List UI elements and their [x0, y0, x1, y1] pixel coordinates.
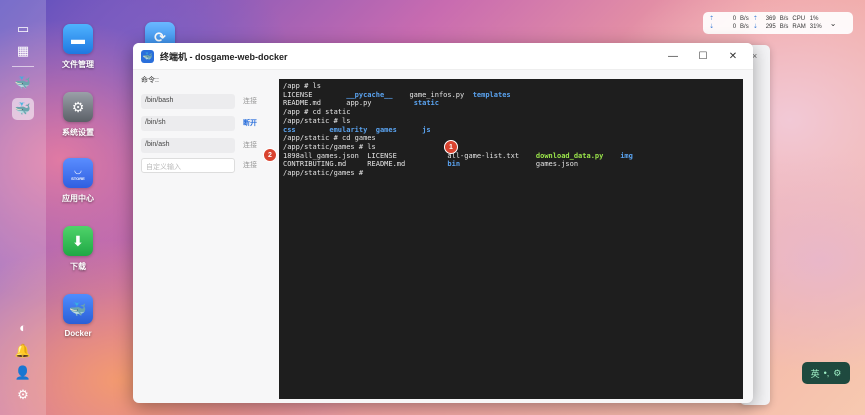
terminal-line: /app # cd static	[283, 108, 351, 117]
terminal-dir: bin	[447, 160, 461, 169]
terminal-line: /app/static # cd games	[283, 134, 376, 143]
terminal-file: game_infos.py	[409, 90, 465, 99]
terminal-file: all-game-list.txt	[447, 151, 520, 160]
shell-path: /bin/bash	[141, 93, 235, 109]
ime-language: 英	[810, 368, 820, 379]
command-panel: 命令:: /bin/bash 连接 /bin/sh 断开 /bin/ash 连接…	[141, 75, 271, 177]
terminal-line: LICENSE	[283, 90, 313, 99]
window-titlebar[interactable]: 🐳 终端机 - dosgame-web-docker — ☐ ✕	[133, 43, 753, 70]
user-icon[interactable]: 👤	[12, 362, 34, 384]
cpu-value: 1%	[809, 16, 819, 22]
terminal-line: README.md	[283, 99, 321, 108]
shell-row-ash: /bin/ash 连接	[141, 137, 271, 153]
terminal-file: LICENSE	[367, 151, 397, 160]
desktop-icon-download[interactable]: ⬇ 下载	[48, 226, 108, 272]
shell-path: /bin/ash	[141, 137, 235, 153]
terminal-dir: css	[283, 125, 296, 134]
ime-punct-icon: •,	[823, 368, 830, 378]
net1-up-unit: B/s	[740, 16, 749, 22]
terminal-window: 🐳 终端机 - dosgame-web-docker — ☐ ✕ 命令:: /b…	[133, 43, 753, 403]
net1-up-value: 0	[732, 16, 737, 22]
terminal-dir: img	[620, 151, 633, 160]
terminal-line: /app # ls	[283, 82, 321, 90]
dock-divider	[12, 66, 34, 67]
docker-icon: 🐳	[141, 49, 154, 63]
docker-icon: 🐳	[63, 294, 93, 324]
folder-icon: ▬	[63, 24, 93, 54]
bell-icon[interactable]: 🔔	[12, 340, 34, 362]
terminal-dir: emularity	[329, 125, 368, 134]
desktop-icon-label: Docker	[64, 329, 92, 338]
settings-gear-icon[interactable]: ⚙	[12, 384, 34, 406]
terminal-dock-icon[interactable]: 🐳	[12, 98, 34, 120]
shell-row-custom: 自定义输入 连接	[141, 157, 271, 173]
annotation-badge-2: 2	[263, 148, 277, 162]
connect-button[interactable]: 连接	[243, 96, 257, 106]
desktop-icon-app-center[interactable]: ◡ STORE 应用中心	[48, 158, 108, 204]
gear-icon: ⚙	[63, 92, 93, 122]
left-dock: ▭ ▦ 🐳 🐳 ◐ 🔔 👤 ⚙	[0, 0, 46, 415]
store-icon: ◡ STORE	[63, 158, 93, 188]
connect-button[interactable]: 连接	[243, 160, 257, 170]
shell-row-bash: /bin/bash 连接	[141, 93, 271, 109]
commands-label: 命令::	[141, 77, 159, 84]
store-badge-text: STORE	[71, 176, 85, 181]
maximize-icon[interactable]: ☐	[691, 51, 715, 62]
shell-row-sh: /bin/sh 断开	[141, 115, 271, 131]
docker-dock-icon[interactable]: 🐳	[12, 72, 34, 94]
desktop-icon-label: 应用中心	[62, 194, 94, 203]
network-icon[interactable]: ◐	[12, 316, 34, 338]
terminal-file: games.json	[535, 160, 579, 169]
terminal-output[interactable]: /app # ls LICENSE __pycache__ game_infos…	[279, 79, 743, 399]
terminal-line: /app/static/games #	[283, 169, 368, 178]
shell-path: /bin/sh	[141, 115, 235, 131]
upload-arrow-icon: ⇡	[752, 16, 758, 22]
ram-label: RAM	[792, 24, 806, 30]
desktop-icon-docker[interactable]: 🐳 Docker	[48, 294, 108, 338]
terminal-file: README.md	[367, 160, 406, 169]
minimize-icon[interactable]: —	[661, 51, 685, 62]
net2-down-unit: B/s	[779, 24, 789, 30]
terminal-dir: games	[375, 125, 397, 134]
apps-grid-icon[interactable]: ▦	[12, 40, 34, 62]
terminal-line: /app/static/games # ls	[283, 142, 376, 151]
terminal-exec: download_data.py	[535, 151, 604, 160]
desktop-icon-label: 下载	[70, 262, 86, 271]
terminal-line: /app/static # ls	[283, 116, 351, 125]
download-arrow-icon: ⇣	[752, 24, 758, 30]
terminal-dir: __pycache__	[346, 90, 393, 99]
window-title: 终端机 - dosgame-web-docker	[160, 51, 288, 62]
system-monitor-widget: ⇡ ⇣ 0 0 B/s B/s ⇡ ⇣ 369 295 B/s B/s CPU …	[703, 12, 853, 34]
cpu-label: CPU	[792, 16, 806, 22]
terminal-file: app.py	[346, 99, 372, 108]
terminal-dir: templates	[472, 90, 511, 99]
upload-arrow-icon: ⇡	[709, 16, 715, 22]
ram-value: 31%	[809, 24, 822, 30]
terminal-line: 1898all_games.json	[283, 151, 359, 160]
custom-command-input[interactable]: 自定义输入	[141, 157, 235, 173]
desktop-icon-files[interactable]: ▬ 文件管理	[48, 24, 108, 70]
annotation-badge-1: 1	[444, 140, 458, 154]
terminal-line: CONTRIBUTING.md	[283, 160, 347, 169]
terminal-dir: js	[422, 125, 431, 134]
net1-down-unit: B/s	[740, 24, 749, 30]
collapse-chevron-icon[interactable]: ⌄	[830, 19, 837, 28]
ime-settings-icon: ⚙	[833, 367, 842, 378]
disconnect-button[interactable]: 断开	[243, 118, 257, 128]
net2-up-unit: B/s	[779, 16, 789, 22]
connect-button[interactable]: 连接	[243, 140, 257, 150]
download-arrow-icon: ⇣	[709, 24, 715, 30]
terminal-dir: static	[413, 99, 439, 108]
net1-down-value: 0	[732, 24, 737, 30]
net2-up-value: 369	[765, 16, 776, 22]
download-icon: ⬇	[63, 226, 93, 256]
net2-down-value: 295	[765, 24, 776, 30]
desktop-icon-label: 系统设置	[62, 128, 94, 137]
input-method-indicator[interactable]: 英 •, ⚙	[802, 362, 850, 384]
desktop-icon-settings[interactable]: ⚙ 系统设置	[48, 92, 108, 138]
monitor-icon[interactable]: ▭	[12, 18, 34, 40]
desktop-icon-label: 文件管理	[62, 60, 94, 69]
close-icon[interactable]: ✕	[721, 51, 745, 62]
